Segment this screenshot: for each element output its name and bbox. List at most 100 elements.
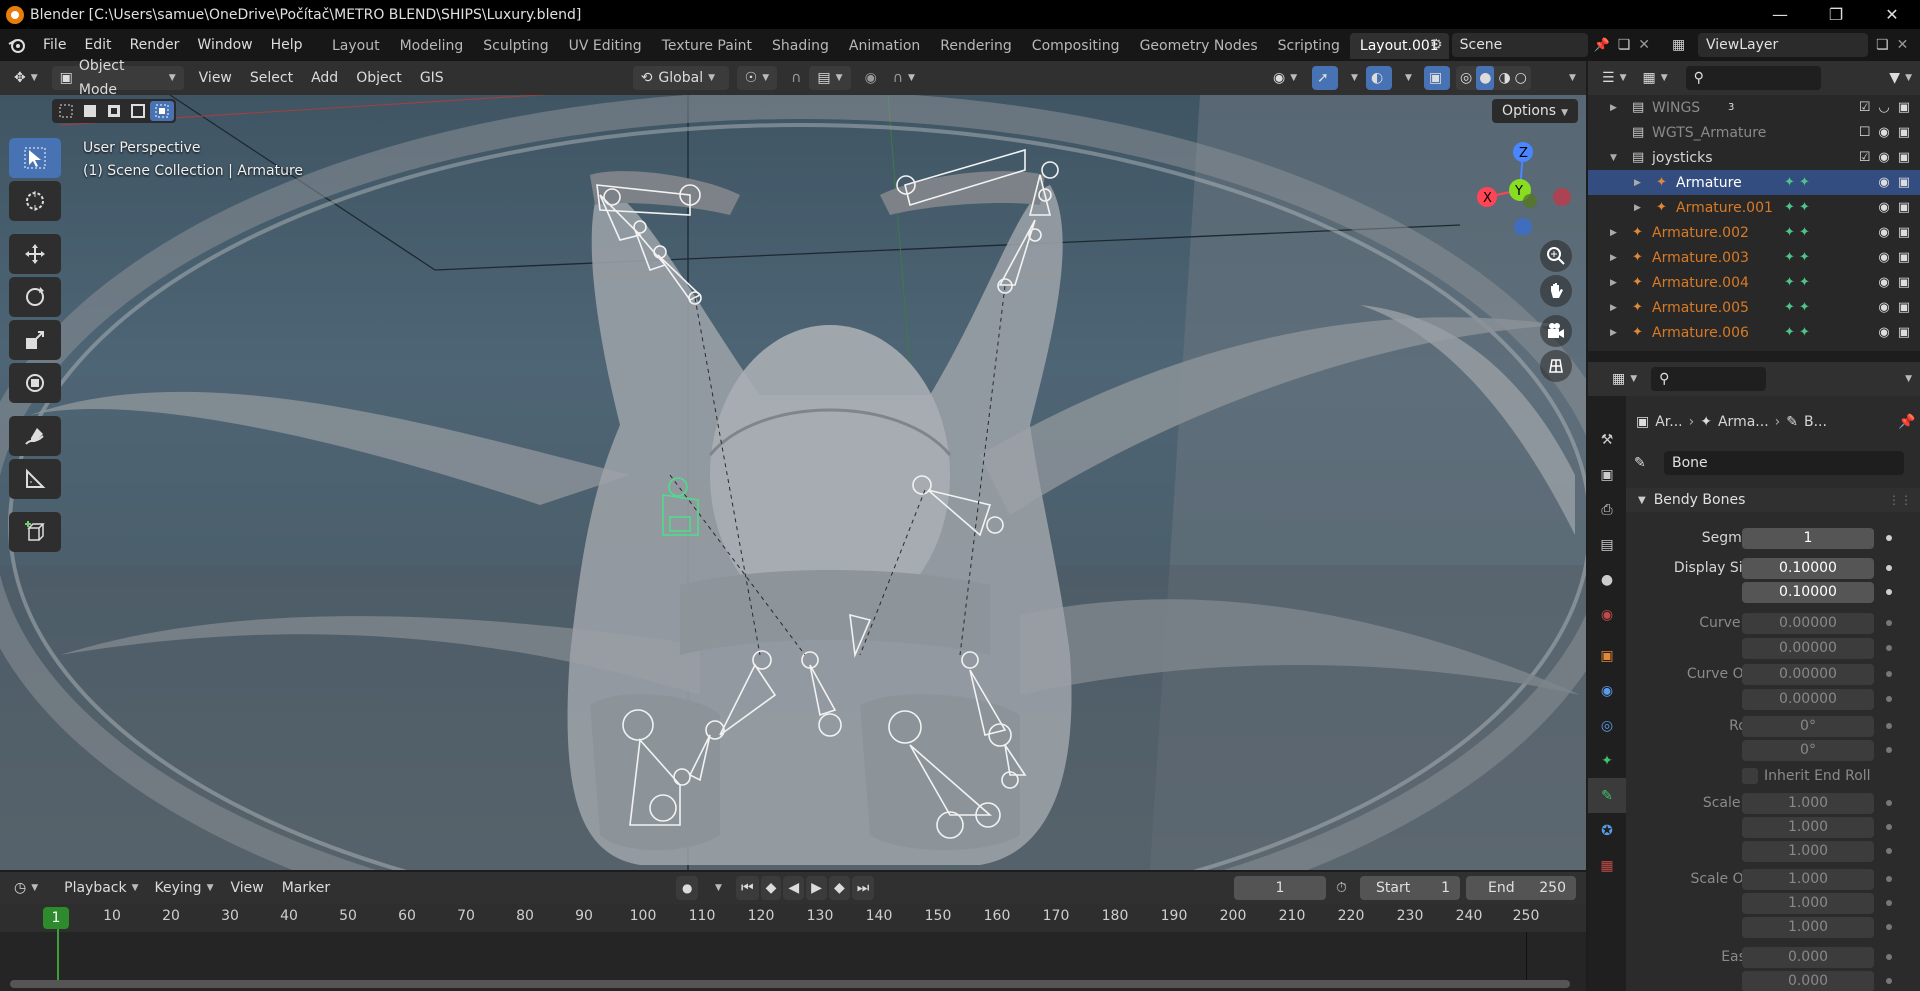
new-view-layer-icon[interactable]: ❏ [1876, 37, 1889, 53]
chevron-right-icon[interactable]: ▶ [1610, 278, 1617, 288]
keyframe-dot-icon[interactable] [1886, 848, 1892, 854]
tab-modeling[interactable]: Modeling [390, 33, 474, 59]
keyframe-dot-icon[interactable] [1886, 824, 1892, 830]
3d-viewport[interactable]: User Perspective (1) Scene Collection | … [0, 95, 1586, 870]
outliner-row[interactable]: ▶ ✦ Armature.002 ✦ ✦ ◉ ▣ [1588, 220, 1920, 245]
tab-animation[interactable]: Animation [839, 33, 930, 59]
output-tab-icon[interactable]: ⎙ [1588, 492, 1626, 527]
keyframe-dot-icon[interactable] [1886, 620, 1892, 626]
keyframe-dot-icon[interactable] [1886, 978, 1892, 984]
jump-prev-keyframe-icon[interactable]: ◆ [760, 876, 782, 900]
select-box-tool[interactable] [9, 138, 61, 178]
exclude-checkbox[interactable]: ☑ [1859, 100, 1871, 115]
viewport-menu-add[interactable]: Add [302, 66, 347, 90]
drag-handle-icon[interactable]: ⋮⋮ [1888, 493, 1912, 507]
viewport-menu-view[interactable]: View [190, 66, 241, 90]
outliner-row[interactable]: ▶ ✦ Armature ✦ ✦ ◉ ▣ [1588, 170, 1920, 195]
gizmo-dropdown[interactable]: ▼ [1338, 66, 1366, 90]
rotate-tool[interactable] [9, 277, 61, 317]
eye-icon[interactable]: ◡ [1878, 100, 1889, 115]
pin-properties-icon[interactable]: 📌 [1898, 414, 1915, 430]
view-layer-icon[interactable]: ▦ [1672, 37, 1698, 53]
render-camera-icon[interactable]: ▣ [1898, 275, 1910, 290]
playhead-frame-badge[interactable]: 1 [43, 907, 69, 929]
property-value-field[interactable]: 0° [1742, 739, 1874, 761]
snap-toggle[interactable]: ∩ [783, 66, 809, 90]
tab-rendering[interactable]: Rendering [930, 33, 1022, 59]
eye-icon[interactable]: ◉ [1878, 275, 1889, 290]
exclude-checkbox[interactable]: ☐ [1859, 125, 1871, 140]
start-frame-field[interactable]: Start 1 [1360, 876, 1460, 900]
property-value-field[interactable]: 1 [1742, 527, 1874, 549]
property-value-field[interactable]: 1.000 [1742, 816, 1874, 838]
property-value-field[interactable]: 0.00000 [1742, 663, 1874, 685]
pose-icon[interactable]: ✦ ✦ [1784, 225, 1810, 240]
properties-editor-type-button[interactable]: ▦ ▼ [1604, 367, 1645, 391]
scene-icon[interactable]: ⚙ [1430, 37, 1452, 53]
chevron-right-icon[interactable]: ▶ [1610, 303, 1617, 313]
eye-icon[interactable]: ◉ [1878, 225, 1889, 240]
object-tab-icon[interactable]: ▣ [1588, 638, 1626, 673]
properties-search-input[interactable]: ⚲ [1651, 367, 1767, 391]
jump-end-icon[interactable]: ⏭ [851, 876, 875, 900]
scale-tool[interactable] [9, 320, 61, 360]
tool-tab-icon[interactable]: ⚒ [1588, 422, 1626, 457]
gizmo-toggle[interactable]: ➚ [1312, 66, 1338, 90]
property-value-field[interactable]: 0.00000 [1742, 637, 1874, 659]
keying-dropdown[interactable]: Keying ▼ [147, 876, 222, 900]
frame-ruler[interactable]: 10 20 30 40 50 60 70 80 90 100 110 120 1… [0, 904, 1586, 932]
eye-icon[interactable]: ◉ [1878, 125, 1889, 140]
render-camera-icon[interactable]: ▣ [1898, 175, 1910, 190]
pose-icon[interactable]: ✦ ✦ [1784, 325, 1810, 340]
proportional-editing-toggle[interactable]: ◉ [857, 66, 885, 90]
shading-dropdown[interactable]: ▼ [1556, 66, 1584, 90]
tab-sculpting[interactable]: Sculpting [473, 33, 558, 59]
render-camera-icon[interactable]: ▣ [1898, 200, 1910, 215]
tab-shading[interactable]: Shading [762, 33, 839, 59]
transform-orientation-dropdown[interactable]: ⟲ Global ▼ [632, 66, 729, 90]
bone-tab-icon[interactable]: ✎ [1588, 778, 1626, 813]
scene-tab-icon[interactable]: ● [1588, 562, 1626, 597]
render-camera-icon[interactable]: ▣ [1898, 300, 1910, 315]
view-layer-name-field[interactable]: ViewLayer [1698, 33, 1868, 57]
eye-icon[interactable]: ◉ [1878, 200, 1889, 215]
outliner-row[interactable]: ▼ ▤ joysticks ☑ ◉ ▣ [1588, 145, 1920, 170]
navigation-gizmo[interactable]: Z X Y [1475, 135, 1575, 236]
render-camera-icon[interactable]: ▣ [1898, 100, 1910, 115]
menu-file[interactable]: File [34, 33, 75, 57]
property-value-field[interactable]: 0.000 [1742, 946, 1874, 968]
keyframe-dot-icon[interactable] [1886, 723, 1892, 729]
keyframe-dot-icon[interactable] [1886, 747, 1892, 753]
select-difference-icon[interactable] [126, 101, 150, 121]
solid-shading-icon[interactable]: ● [1476, 66, 1495, 90]
property-value-field[interactable]: 0.10000 [1742, 581, 1874, 603]
physics-tab-icon[interactable]: ◉ [1588, 673, 1626, 708]
play-icon[interactable]: ▶ [806, 876, 827, 900]
keyframe-dot-icon[interactable] [1886, 800, 1892, 806]
viewport-menu-gis[interactable]: GIS [411, 66, 453, 90]
keyframe-dot-icon[interactable] [1886, 924, 1892, 930]
rendered-shading-icon[interactable]: ○ [1515, 66, 1527, 90]
minimize-icon[interactable]: — [1752, 0, 1808, 29]
property-value-field[interactable]: 1.000 [1742, 892, 1874, 914]
tab-texture-paint[interactable]: Texture Paint [652, 33, 762, 59]
snap-target-dropdown[interactable]: ▤ ▼ [809, 66, 851, 90]
select-extend-icon[interactable] [78, 101, 102, 121]
proportional-falloff-dropdown[interactable]: ∩ ▼ [885, 66, 923, 90]
inherit-end-roll-checkbox[interactable] [1742, 768, 1758, 784]
wireframe-shading-icon[interactable]: ◎ [1460, 66, 1472, 90]
menu-window[interactable]: Window [188, 33, 261, 57]
outliner-row[interactable]: ▶ ✦ Armature.003 ✦ ✦ ◉ ▣ [1588, 245, 1920, 270]
tab-scripting[interactable]: Scripting [1268, 33, 1350, 59]
bone-name-field[interactable]: Bone [1664, 451, 1904, 475]
eye-icon[interactable]: ◉ [1878, 325, 1889, 340]
keyframe-dot-icon[interactable] [1886, 900, 1892, 906]
object-constraints-tab-icon[interactable]: ◎ [1588, 708, 1626, 743]
material-shading-icon[interactable]: ◑ [1498, 66, 1510, 90]
play-reverse-icon[interactable]: ◀ [783, 876, 805, 900]
pivot-point-dropdown[interactable]: ☉ ▼ [736, 66, 778, 90]
property-value-field[interactable]: 0° [1742, 715, 1874, 737]
property-value-field[interactable]: 0.00000 [1742, 612, 1874, 634]
property-value-field[interactable]: 0.000 [1742, 970, 1874, 991]
outliner-editor-type-button[interactable]: ☰ ▼ [1594, 66, 1634, 90]
